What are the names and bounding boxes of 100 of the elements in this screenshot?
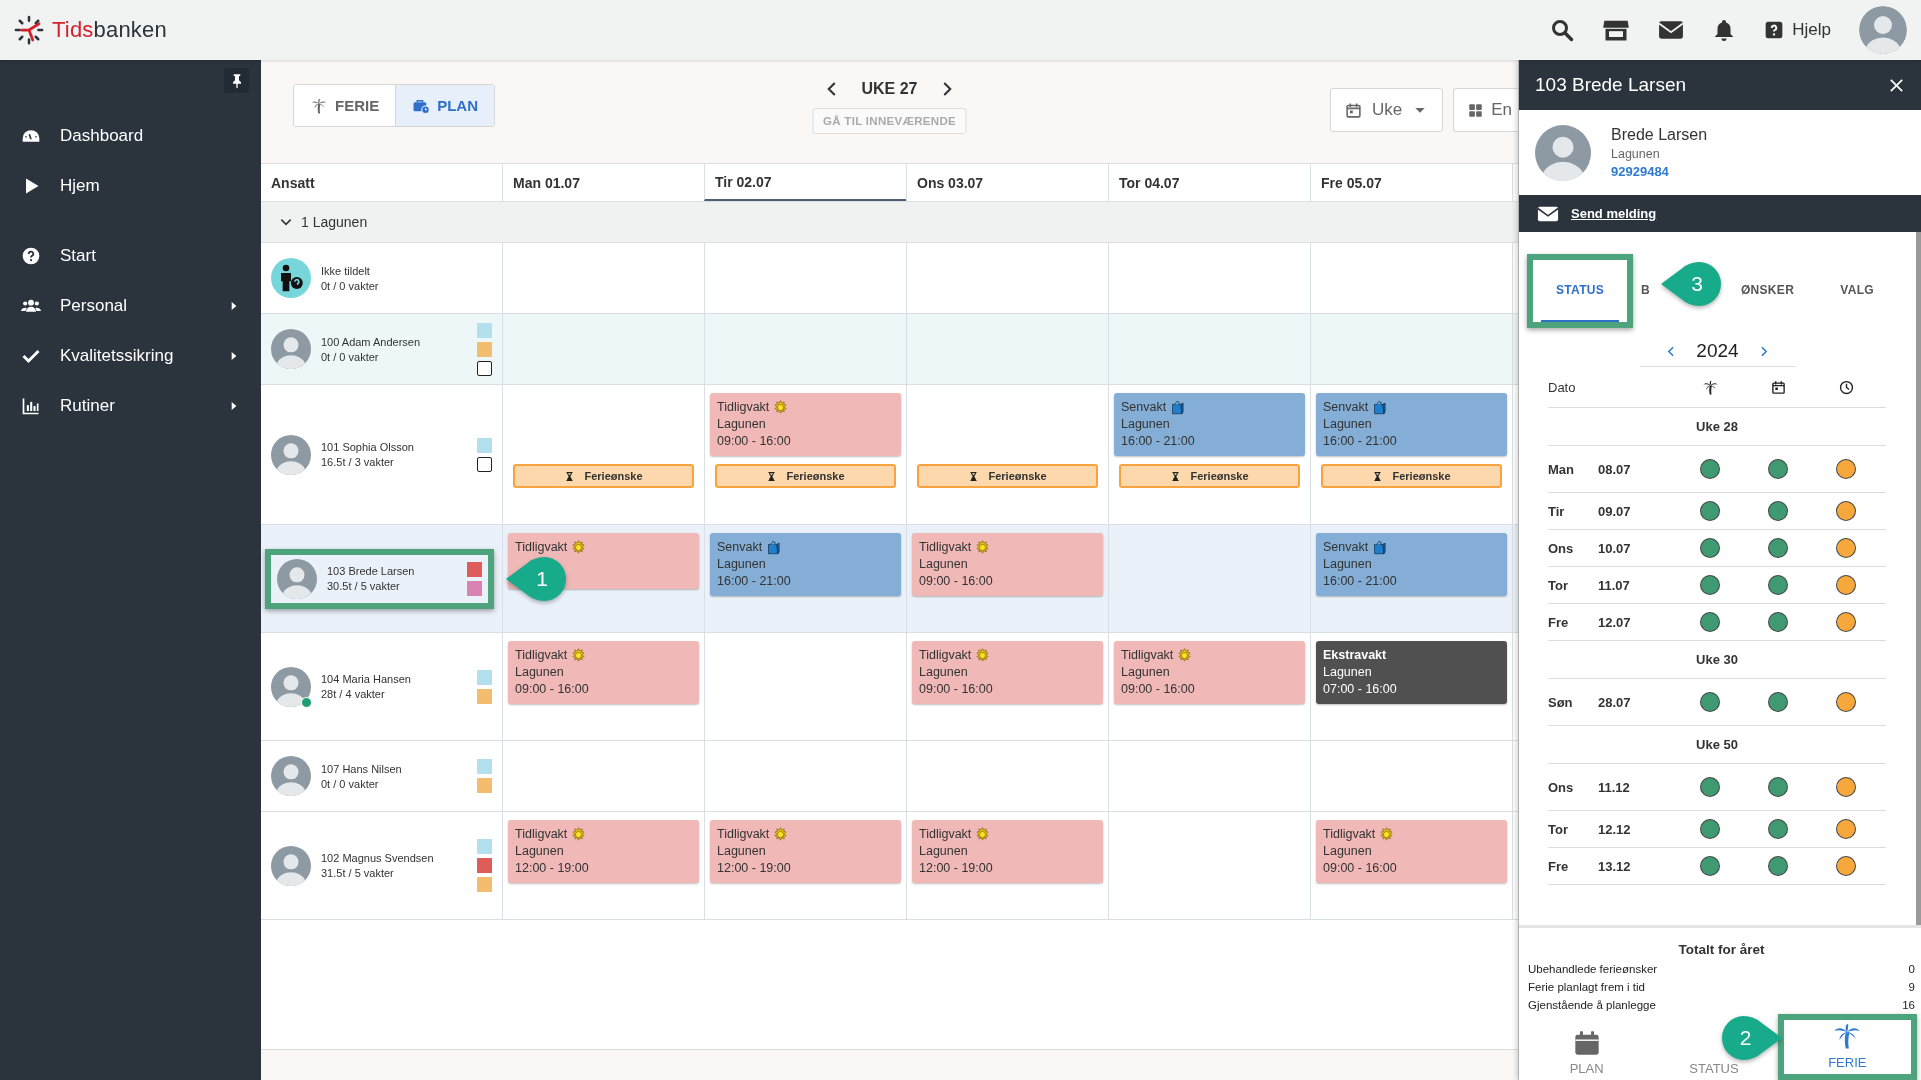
shift-title: Tidligvakt	[1323, 826, 1376, 843]
date-label: 09.07	[1598, 503, 1632, 519]
shift-summary: 28t / 4 vakter	[321, 688, 386, 700]
employee-name: Brede Larsen	[1611, 126, 1708, 144]
help-icon	[1764, 20, 1785, 40]
shift-location: Lagunen	[1121, 416, 1171, 433]
callout-tooltip: 3	[1661, 262, 1722, 306]
hourglass-icon	[766, 470, 778, 482]
shift-card[interactable]: Senvakt Lagunen 16:00 - 21:00	[710, 533, 901, 596]
checkbox[interactable]	[477, 456, 492, 472]
sun-icon	[975, 540, 991, 555]
week-label: UKE 27	[861, 80, 918, 98]
vacation-request-button[interactable]: Ferieønske	[715, 464, 896, 488]
day-name: Tor	[1548, 821, 1569, 837]
bottom-nav-item[interactable]: PLAN	[1523, 1014, 1651, 1080]
shift-time: 16:00 - 21:00	[1121, 433, 1196, 450]
date-label: 13.12	[1598, 858, 1632, 874]
shift-card[interactable]: Tidligvakt Lagunen 09:00 - 16:00	[508, 641, 699, 704]
send-message-link[interactable]: Send melding	[1571, 206, 1657, 221]
question-icon	[21, 246, 41, 266]
shift-card[interactable]: Tidligvakt Lagunen 09:00 - 16:00	[912, 533, 1103, 596]
date-label: 12.07	[1598, 614, 1632, 630]
shift-card[interactable]: Senvakt Lagunen 16:00 - 21:00	[1316, 393, 1507, 456]
day-name: Fre	[1548, 858, 1570, 874]
shift-card[interactable]: Tidligvakt Lagunen 12:00 - 19:00	[710, 820, 901, 883]
shift-card[interactable]: Tidligvakt Lagunen 09:00 - 16:00	[912, 641, 1103, 704]
sidebar-item[interactable]: Rutiner	[0, 381, 261, 431]
layout-button[interactable]: En	[1453, 88, 1518, 132]
day-name: Man	[1548, 461, 1575, 477]
callout-tooltip: 1	[506, 556, 566, 601]
grid-icon	[1468, 102, 1484, 118]
vacation-request-button[interactable]: Ferieønske	[917, 464, 1098, 488]
table-row[interactable]: Ikke tildelt 0t / 0 vakter	[261, 243, 1518, 314]
shift-location: Lagunen	[515, 843, 565, 860]
pin-button[interactable]	[224, 68, 249, 93]
shift-summary: 0t / 0 vakter	[321, 350, 380, 363]
shift-card[interactable]: Ekstravakt Lagunen 07:00 - 16:00	[1316, 641, 1507, 704]
table-row[interactable]: 104 Maria Hansen 28t / 4 vakter Tidligvakt Lagunen 09:00 - 16:00 Tidligvakt Lagunen 09:00 - 16:00 Tidligvakt Lagunen 09:00 - 16:00 Ekstravakt Lagunen 07:00 - 16:00	[261, 633, 1518, 741]
shift-card[interactable]: Tidligvakt Lagunen 09:00 - 16:00	[710, 393, 901, 456]
shift-title: Ekstravakt	[1323, 647, 1387, 664]
totals-label: Gjenstående å planlegge	[1528, 998, 1656, 1013]
totals-label: Ferie planlagt frem i tid	[1528, 980, 1645, 995]
help-link[interactable]: Hjelp	[1764, 20, 1831, 40]
shift-time: 09:00 - 16:00	[717, 433, 792, 450]
phone-link[interactable]: 92929484	[1611, 164, 1708, 179]
shift-location: Lagunen	[919, 843, 969, 860]
shift-title: Tidligvakt	[919, 539, 972, 556]
table-row[interactable]: 101 Sophia Olsson 16.5t / 3 vakter Ferieønske Tidligvakt Lagunen 09:00 - 16:00 Ferieønske Ferieønske Senvakt Lagunen 16:00 - 21:00 Ferieønske Senvakt Lagunen 16:00 - 21:00 Ferieønske	[261, 385, 1518, 525]
view-dropdown[interactable]: Uke	[1329, 88, 1444, 132]
shift-card[interactable]: Tidligvakt Lagunen 12:00 - 19:00	[508, 820, 699, 883]
user-avatar	[1859, 6, 1907, 54]
sidebar-item[interactable]: Kvalitetssikring	[0, 331, 261, 381]
table-row[interactable]: 100 Adam Andersen 0t / 0 vakter	[261, 314, 1518, 385]
shift-summary: 31.5t / 5 vakter	[321, 867, 395, 879]
date-label: 08.07	[1598, 461, 1632, 477]
totals-value: 0	[1908, 962, 1915, 977]
shift-time: 12:00 - 19:00	[717, 860, 792, 877]
bottom-nav-item[interactable]: FERIE	[1783, 1020, 1911, 1074]
shift-location: Lagunen	[1323, 843, 1373, 860]
vacation-request-button[interactable]: Ferieønske	[1119, 464, 1300, 488]
shift-title: Senvakt	[1323, 399, 1369, 416]
close-button[interactable]	[1888, 76, 1905, 94]
shift-location: Lagunen	[717, 843, 767, 860]
shift-title: Senvakt	[717, 539, 763, 556]
panel-tab[interactable]: ØNSKER	[1730, 254, 1805, 328]
hourglass-icon	[1372, 470, 1384, 482]
shift-card[interactable]: Tidligvakt Lagunen 12:00 - 19:00	[912, 820, 1103, 883]
shift-card[interactable]: Tidligvakt Lagunen 09:00 - 16:00	[1316, 820, 1507, 883]
panel-tab[interactable]: B	[1641, 254, 1651, 328]
vacation-request-button[interactable]: Ferieønske	[1321, 464, 1502, 488]
sun-icon	[1177, 648, 1193, 663]
search-button[interactable]	[1550, 18, 1575, 42]
sidebar-item[interactable]: Start	[0, 231, 261, 281]
panel-tab[interactable]: STATUS	[1541, 260, 1620, 322]
table-row[interactable]: 103 Brede Larsen 30.5t / 5 vakter 1 Tidligvakt Senvakt Lagunen 16:00 - 21:00 Tidligvakt Lagunen 09:00 - 16:00 Senvakt Lagunen 16:00 - 21:00	[261, 525, 1518, 633]
avatar	[1535, 124, 1591, 181]
shift-card[interactable]: Senvakt Lagunen 16:00 - 21:00	[1114, 393, 1305, 456]
shift-time: 16:00 - 21:00	[717, 573, 792, 590]
table-row[interactable]: 107 Hans Nilsen 0t / 0 vakter	[261, 741, 1518, 812]
avatar	[271, 756, 311, 796]
sidebar-item[interactable]: Dashboard	[0, 111, 261, 161]
sidebar-item[interactable]: Personal	[0, 281, 261, 331]
shift-time: 16:00 - 21:00	[1323, 573, 1398, 590]
avatar	[271, 434, 311, 475]
vacation-request-button[interactable]: Ferieønske	[513, 464, 694, 488]
shift-location: Lagunen	[717, 416, 767, 433]
panel-tab[interactable]: VALG	[1820, 254, 1894, 328]
unassigned-person-icon	[271, 258, 311, 298]
department-label: Lagunen	[1611, 147, 1661, 161]
shift-card[interactable]: Senvakt Lagunen 16:00 - 21:00	[1316, 533, 1507, 596]
mode-tab[interactable]: PLAN	[395, 85, 495, 126]
sun-icon	[773, 400, 789, 415]
table-row[interactable]: 102 Magnus Svendsen 31.5t / 5 vakter Tidligvakt Lagunen 12:00 - 19:00 Tidligvakt Lagunen 12:00 - 19:00 Tidligvakt Lagunen 12:00 - 19:00 Tidligvakt Lagunen 09:00 - 16:00	[261, 812, 1518, 920]
column-header: Ansatt	[270, 173, 316, 193]
checkbox[interactable]	[477, 360, 492, 376]
sidebar-item[interactable]: Hjem	[0, 161, 261, 211]
shift-time: 09:00 - 16:00	[919, 681, 994, 698]
shift-card[interactable]: Tidligvakt Lagunen 09:00 - 16:00	[1114, 641, 1305, 704]
day-name: Ons	[1548, 540, 1575, 556]
sun-icon	[571, 827, 587, 842]
